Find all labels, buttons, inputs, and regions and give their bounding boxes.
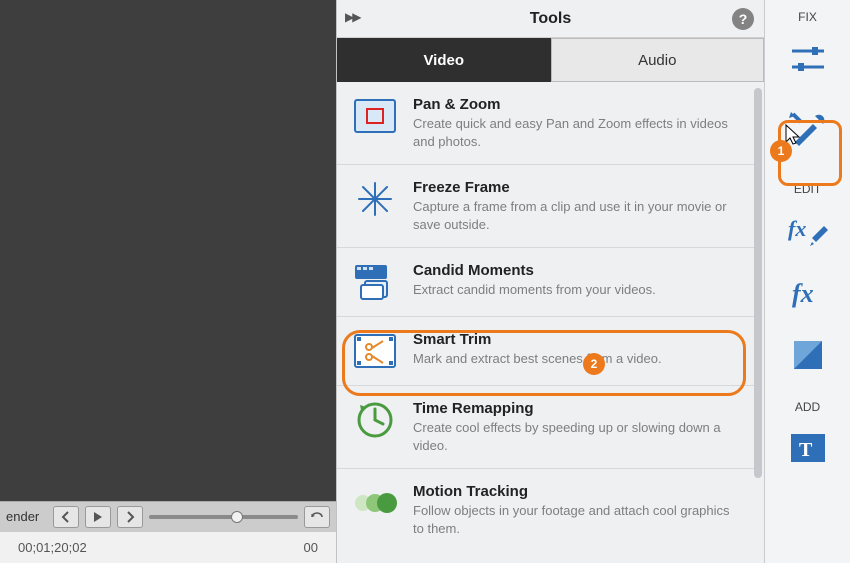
rail-titles-button[interactable]: T bbox=[779, 424, 837, 474]
tool-desc: Create cool effects by speeding up or sl… bbox=[413, 419, 738, 454]
play-button[interactable] bbox=[85, 506, 111, 528]
svg-text:fx: fx bbox=[788, 216, 806, 241]
prev-frame-button[interactable] bbox=[53, 506, 79, 528]
playback-thumb[interactable] bbox=[231, 511, 243, 523]
preview-canvas bbox=[0, 0, 336, 501]
candid-moments-icon bbox=[353, 262, 397, 302]
rail-color-button[interactable] bbox=[779, 330, 837, 380]
rail-adjust-button[interactable] bbox=[779, 34, 837, 84]
pan-zoom-icon bbox=[353, 96, 397, 136]
tool-text: Freeze Frame Capture a frame from a clip… bbox=[413, 179, 738, 233]
tool-title: Smart Trim bbox=[413, 331, 738, 348]
tool-text: Candid Moments Extract candid moments fr… bbox=[413, 262, 738, 299]
panel-title: Tools bbox=[530, 10, 571, 28]
tool-desc: Extract candid moments from your videos. bbox=[413, 281, 738, 299]
tool-text: Smart Trim Mark and extract best scenes … bbox=[413, 331, 738, 368]
tool-desc: Create quick and easy Pan and Zoom effec… bbox=[413, 115, 738, 150]
timecode-current: 00;01;20;02 bbox=[18, 540, 87, 555]
tool-title: Candid Moments bbox=[413, 262, 738, 279]
callout-badge-1: 1 bbox=[770, 140, 792, 162]
loop-button[interactable] bbox=[304, 506, 330, 528]
right-rail: FIX EDIT fx fx ADD T bbox=[764, 0, 850, 563]
tool-desc: Mark and extract best scenes from a vide… bbox=[413, 350, 738, 368]
playback-bar: ender bbox=[0, 501, 336, 531]
tool-title: Motion Tracking bbox=[413, 483, 738, 500]
render-label: ender bbox=[6, 509, 39, 524]
tool-text: Motion Tracking Follow objects in your f… bbox=[413, 483, 738, 537]
tool-title: Pan & Zoom bbox=[413, 96, 738, 113]
timecode-end: 00 bbox=[304, 540, 318, 555]
svg-text:fx: fx bbox=[792, 279, 814, 308]
rail-label-fix: FIX bbox=[798, 10, 817, 24]
scrollbar[interactable] bbox=[754, 88, 762, 478]
freeze-frame-icon bbox=[353, 179, 397, 219]
svg-text:T: T bbox=[799, 439, 813, 461]
collapse-panel-icon[interactable]: ▶▶ bbox=[345, 10, 359, 24]
tab-audio[interactable]: Audio bbox=[551, 38, 765, 82]
tool-freeze-frame[interactable]: Freeze Frame Capture a frame from a clip… bbox=[337, 165, 754, 248]
tool-motion-tracking[interactable]: Motion Tracking Follow objects in your f… bbox=[337, 469, 754, 551]
time-remapping-icon bbox=[353, 400, 397, 440]
tool-desc: Follow objects in your footage and attac… bbox=[413, 502, 738, 537]
timecode-row: 00;01;20;02 00 bbox=[0, 531, 336, 563]
playback-progress[interactable] bbox=[149, 515, 298, 519]
tool-desc: Capture a frame from a clip and use it i… bbox=[413, 198, 738, 233]
next-frame-button[interactable] bbox=[117, 506, 143, 528]
smart-trim-icon bbox=[353, 331, 397, 371]
rail-fx-edit-button[interactable]: fx bbox=[779, 206, 837, 256]
tool-candid-moments[interactable]: Candid Moments Extract candid moments fr… bbox=[337, 248, 754, 317]
tool-smart-trim[interactable]: Smart Trim Mark and extract best scenes … bbox=[337, 317, 754, 386]
tool-list: Pan & Zoom Create quick and easy Pan and… bbox=[337, 82, 764, 563]
rail-fx-button[interactable]: fx bbox=[779, 268, 837, 318]
rail-label-edit: EDIT bbox=[794, 182, 821, 196]
tool-time-remapping[interactable]: Time Remapping Create cool effects by sp… bbox=[337, 386, 754, 469]
tool-title: Time Remapping bbox=[413, 400, 738, 417]
tools-panel: ▶▶ Tools ? Video Audio Pan & Zoom Create… bbox=[336, 0, 764, 563]
tool-text: Time Remapping Create cool effects by sp… bbox=[413, 400, 738, 454]
rail-label-add: ADD bbox=[795, 400, 820, 414]
motion-tracking-icon bbox=[353, 483, 397, 523]
tool-pan-zoom[interactable]: Pan & Zoom Create quick and easy Pan and… bbox=[337, 82, 754, 165]
tab-video[interactable]: Video bbox=[337, 38, 551, 82]
tool-title: Freeze Frame bbox=[413, 179, 738, 196]
help-icon[interactable]: ? bbox=[732, 8, 754, 30]
callout-badge-2: 2 bbox=[583, 353, 605, 375]
tools-header: ▶▶ Tools ? bbox=[337, 0, 764, 38]
tool-text: Pan & Zoom Create quick and easy Pan and… bbox=[413, 96, 738, 150]
tools-tabs: Video Audio bbox=[337, 38, 764, 82]
